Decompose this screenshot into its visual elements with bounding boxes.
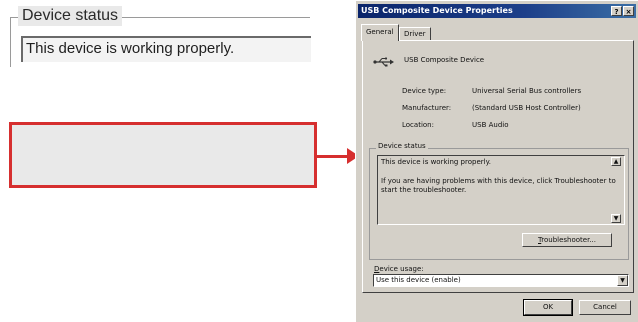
troubleshooter-button[interactable]: Troubleshooter... <box>522 233 612 247</box>
device-name: USB Composite Device <box>404 56 485 64</box>
tab-label: General <box>366 28 394 36</box>
zoom-group-legend: Device status <box>18 6 123 26</box>
zoom-callout <box>9 122 317 188</box>
close-icon[interactable]: × <box>623 6 634 16</box>
tab-general[interactable]: General <box>361 24 399 41</box>
properties-dialog: USB Composite Device Properties ? × Gene… <box>355 0 638 322</box>
status-line: This device is working properly. <box>381 158 491 166</box>
prop-label-device-type: Device type: <box>402 87 447 95</box>
troubleshooter-label: roubleshooter... <box>541 236 596 244</box>
scroll-up-icon[interactable]: ▲ <box>611 157 621 166</box>
tab-label: Driver <box>404 30 426 38</box>
help-icon[interactable]: ? <box>611 6 622 16</box>
prop-value-manufacturer: (Standard USB Host Controller) <box>472 104 581 112</box>
window-title: USB Composite Device Properties <box>361 6 513 15</box>
device-usage-value: Use this device (enable) <box>376 276 461 284</box>
chevron-down-icon[interactable]: ▼ <box>617 275 628 286</box>
scroll-down-icon[interactable]: ▼ <box>611 214 621 223</box>
prop-value-device-type: Universal Serial Bus controllers <box>472 87 582 95</box>
prop-label-location: Location: <box>402 121 434 129</box>
device-status-legend: Device status <box>376 142 428 150</box>
tab-driver[interactable]: Driver <box>399 27 431 40</box>
device-usage-label-text: evice usage: <box>379 265 424 273</box>
usb-icon <box>373 57 394 67</box>
status-line: start the troubleshooter. <box>381 186 467 194</box>
device-usage-select[interactable]: Use this device (enable) ▼ <box>373 274 629 287</box>
prop-value-location: USB Audio <box>472 121 509 129</box>
device-usage-label: Device usage: <box>374 265 424 273</box>
cancel-button[interactable]: Cancel <box>579 300 631 315</box>
title-bar[interactable]: USB Composite Device Properties ? × <box>358 4 636 18</box>
prop-label-manufacturer: Manufacturer: <box>402 104 452 112</box>
status-line: If you are having problems with this dev… <box>381 177 616 185</box>
zoom-status-text: This device is working properly. <box>26 40 235 57</box>
callout-arrow-line <box>317 155 349 158</box>
ok-button[interactable]: OK <box>523 299 573 316</box>
